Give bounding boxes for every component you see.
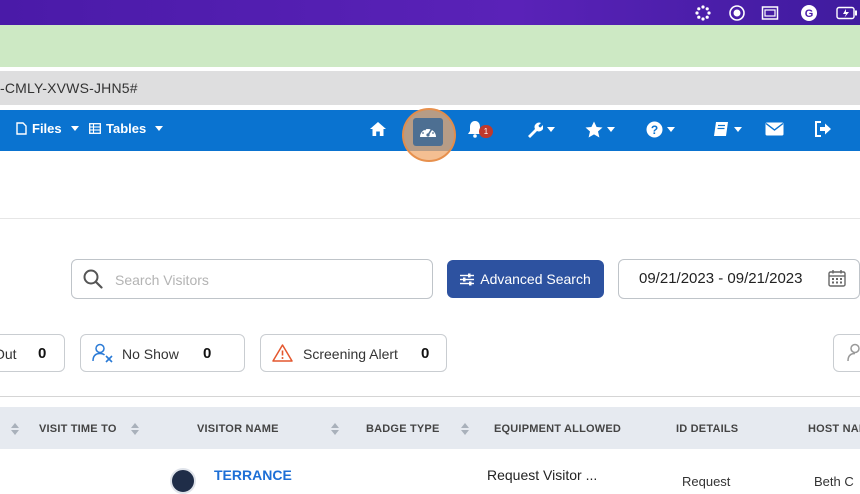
search-placeholder: Search Visitors: [115, 272, 209, 288]
warning-icon: [272, 344, 293, 362]
status-chip-no-show-count: 0: [203, 345, 212, 362]
notice-banner: [0, 25, 860, 67]
chevron-down-icon: [70, 126, 79, 131]
status-chip-screening-alert-label: Screening Alert: [303, 346, 398, 362]
column-header-host-name[interactable]: HOST NAI: [808, 423, 860, 435]
book-icon: [714, 122, 728, 136]
sign-out-icon[interactable]: [815, 119, 832, 139]
status-chip-out-label: Out: [0, 346, 17, 362]
status-chip-out-count: 0: [38, 345, 47, 362]
chevron-down-icon: [547, 126, 555, 132]
address-text[interactable]: -CMLY-XVWS-JHN5#: [0, 80, 138, 96]
svg-text:?: ?: [651, 123, 658, 137]
status-chip-screening-alert-count: 0: [421, 345, 430, 362]
sliders-icon: [460, 273, 475, 285]
chevron-down-icon: [155, 126, 164, 131]
advanced-search-label: Advanced Search: [480, 271, 591, 287]
favorites-menu[interactable]: [585, 119, 615, 139]
home-icon[interactable]: [369, 119, 387, 139]
column-header-visitor-name[interactable]: VISITOR NAME: [197, 423, 279, 435]
notification-badge: 1: [479, 125, 493, 138]
column-header-visit-time-to[interactable]: VISIT TIME TO: [39, 423, 117, 435]
chevron-down-icon: [734, 126, 742, 132]
sort-icon[interactable]: [131, 423, 139, 436]
advanced-search-button[interactable]: Advanced Search: [447, 260, 604, 298]
sort-icon[interactable]: [331, 423, 339, 436]
tables-menu-label: Tables: [106, 121, 147, 136]
column-header-badge-type[interactable]: BADGE TYPE: [366, 423, 440, 435]
chevron-down-icon: [607, 126, 615, 132]
visitor-name-link[interactable]: TERRANCE: [214, 467, 292, 483]
star-icon: [585, 121, 603, 137]
column-header-id-details[interactable]: ID DETAILS: [676, 423, 738, 435]
table-icon: [89, 123, 101, 134]
question-circle-icon: ?: [646, 121, 663, 137]
wrench-menu[interactable]: [526, 119, 555, 139]
equipment-allowed-cell: Request Visitor ...: [487, 467, 598, 483]
window-icon[interactable]: [761, 4, 779, 22]
calendar-icon[interactable]: [828, 269, 846, 287]
svg-text:G: G: [805, 8, 814, 20]
files-menu[interactable]: Files: [16, 121, 79, 136]
host-name-cell: Beth C: [814, 474, 854, 489]
user-icon: [847, 343, 860, 362]
battery-icon[interactable]: [836, 4, 858, 22]
id-details-cell[interactable]: Request: [682, 474, 730, 489]
envelope-icon[interactable]: [765, 119, 784, 139]
sort-icon[interactable]: [461, 423, 469, 436]
record-icon[interactable]: [728, 4, 746, 22]
file-icon: [16, 122, 27, 135]
wrench-icon: [528, 122, 543, 138]
search-icon: [83, 269, 103, 289]
dashboard-button[interactable]: [413, 118, 443, 146]
section-divider: [0, 396, 860, 397]
chevron-down-icon: [667, 126, 675, 132]
help-menu[interactable]: ?: [646, 119, 675, 139]
sun-spinner-icon[interactable]: [694, 4, 712, 22]
dashboard-icon: [420, 128, 436, 137]
status-chip-no-show-label: No Show: [122, 346, 179, 362]
tables-menu[interactable]: Tables: [89, 121, 164, 136]
grammarly-icon[interactable]: G: [800, 4, 818, 22]
date-range-value: 09/21/2023 - 09/21/2023: [639, 270, 803, 287]
sort-icon[interactable]: [11, 423, 19, 436]
avatar: [170, 468, 196, 494]
section-divider: [0, 218, 860, 219]
files-menu-label: Files: [32, 121, 62, 136]
column-header-equipment-allowed[interactable]: EQUIPMENT ALLOWED: [494, 423, 621, 435]
user-x-icon: [92, 343, 113, 363]
docs-menu[interactable]: [713, 119, 742, 139]
